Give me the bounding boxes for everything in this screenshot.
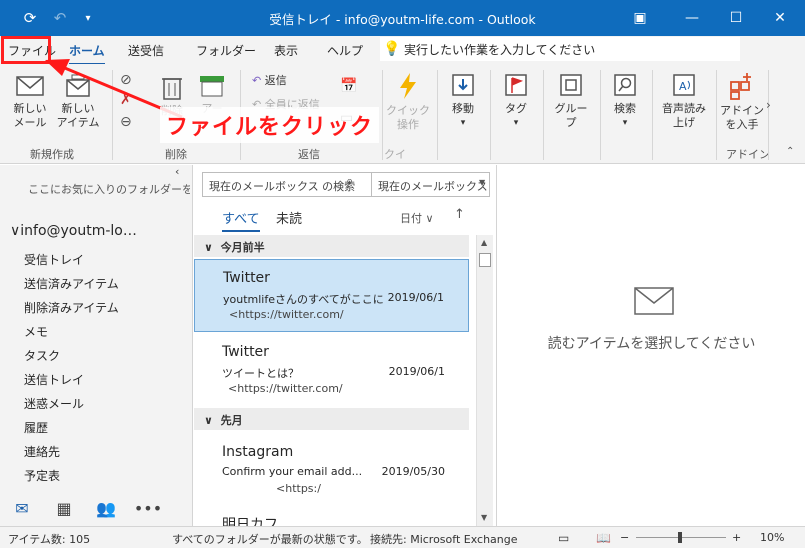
folder-pane: ‹ ここにお気に入りのフォルダーをドラッグ ∨info@youtm-lo… 受信…	[0, 165, 193, 490]
search-icon[interactable]: ⌕	[346, 174, 353, 189]
navigation-bar: ✉ ▦ 👥 •••	[0, 490, 193, 526]
folder-tasks[interactable]: タスク	[24, 347, 60, 364]
group-header[interactable]: ∨ 先月	[194, 408, 469, 430]
reading-pane-placeholder: 読むアイテムを選択してください	[547, 336, 756, 352]
zoom-slider-thumb[interactable]	[678, 532, 682, 543]
scroll-up-icon[interactable]: ▲	[481, 238, 487, 247]
chevron-down-icon: ∨	[204, 241, 213, 254]
group-header-label: 今月前半	[220, 241, 265, 254]
scrollbar-thumb[interactable]	[479, 253, 491, 267]
account-name: info@youtm-lo…	[20, 223, 137, 239]
message-date: 2019/06/1	[387, 291, 444, 304]
filter-unread-tab[interactable]: 未読	[276, 208, 302, 227]
folder-inbox[interactable]: 受信トレイ	[24, 251, 84, 268]
favorites-hint: ここにお気に入りのフォルダーをドラッグ	[28, 183, 190, 196]
account-header[interactable]: ∨info@youtm-lo…	[10, 223, 137, 239]
message-sender-partial[interactable]: 明日カフ	[222, 515, 278, 526]
zoom-level: 10%	[760, 531, 785, 544]
message-preview: <https://twitter.com/	[228, 382, 343, 395]
more-icon[interactable]: •••	[134, 496, 162, 520]
message-date: 2019/05/30	[381, 465, 445, 478]
scroll-down-icon[interactable]: ▼	[481, 513, 487, 522]
chevron-down-icon: ∨	[425, 212, 434, 225]
message-list: 現在のメールボックス の検索 ⌕ 現在のメールボックス ▼ すべて 未読 日付 …	[194, 165, 497, 526]
message-subject: Confirm your email add...	[222, 465, 363, 478]
status-bar: アイテム数: 105 すべてのフォルダーが最新の状態です。 接続先: Micro…	[0, 526, 805, 548]
zoom-out-icon[interactable]: −	[620, 531, 629, 544]
chevron-down-icon: ∨	[204, 414, 213, 427]
sort-label: 日付	[400, 212, 422, 225]
group-header-label: 先月	[220, 414, 243, 427]
message-date: 2019/06/1	[388, 365, 445, 378]
search-scope-dropdown[interactable]: 現在のメールボックス	[372, 172, 490, 197]
calendar-icon[interactable]: ▦	[52, 496, 76, 520]
sort-by-dropdown[interactable]: 日付 ∨	[400, 210, 434, 226]
message-subject: ツイートとは？	[222, 367, 299, 380]
message-sender: Twitter	[223, 270, 270, 286]
message-item[interactable]: Twitter ツイートとは？ 2019/06/1 <https://twitt…	[194, 334, 469, 407]
folder-calendar[interactable]: 予定表	[24, 467, 60, 484]
people-icon[interactable]: 👥	[94, 496, 118, 520]
annotation-text: ファイルをクリック	[160, 107, 380, 143]
reading-pane: 読むアイテムを選択してください	[498, 165, 805, 526]
envelope-icon	[634, 287, 674, 315]
message-item-selected[interactable]: Twitter youtmlifeさんのすべてがここに 2019/06/1 <h…	[194, 259, 469, 332]
folder-sent[interactable]: 送信済みアイテム	[24, 275, 119, 292]
group-header[interactable]: ∨ 今月前半	[194, 235, 469, 257]
outlook-window: ⟳ ↶ ▾ 受信トレイ - info@youtm-life.com - Outl…	[0, 0, 805, 548]
folder-contacts[interactable]: 連絡先	[24, 443, 60, 460]
normal-view-icon[interactable]: ▭	[558, 531, 569, 545]
folder-outbox[interactable]: 送信トレイ	[24, 371, 84, 388]
mail-icon[interactable]: ✉	[10, 496, 34, 520]
folder-junk[interactable]: 迷惑メール	[24, 395, 84, 412]
filter-all-tab[interactable]: すべて	[222, 208, 260, 232]
message-list-scrollbar[interactable]: ▲ ▼	[476, 235, 493, 526]
message-preview: <https:/	[276, 482, 321, 495]
folder-deleted[interactable]: 削除済みアイテム	[24, 299, 119, 316]
chevron-down-icon: ▼	[479, 178, 486, 187]
message-subject: youtmlifeさんのすべてがここに	[223, 293, 384, 306]
connection-status: 接続先: Microsoft Exchange	[370, 533, 518, 546]
message-sender: Instagram	[222, 444, 294, 460]
chevron-down-icon: ∨	[10, 223, 21, 239]
folder-notes[interactable]: メモ	[24, 323, 48, 340]
message-preview: <https://twitter.com/	[229, 308, 344, 321]
sync-status: すべてのフォルダーが最新の状態です。	[172, 533, 368, 546]
reading-view-icon[interactable]: 📖	[596, 531, 611, 545]
message-sender: Twitter	[222, 344, 269, 360]
folder-history[interactable]: 履歴	[24, 419, 48, 436]
collapse-pane-icon[interactable]: ‹	[175, 165, 179, 178]
sort-direction-icon[interactable]: ↑	[454, 207, 465, 222]
item-count: アイテム数: 105	[8, 533, 91, 546]
message-item[interactable]: Instagram Confirm your email add... 2019…	[194, 434, 469, 507]
zoom-in-icon[interactable]: +	[732, 531, 741, 544]
